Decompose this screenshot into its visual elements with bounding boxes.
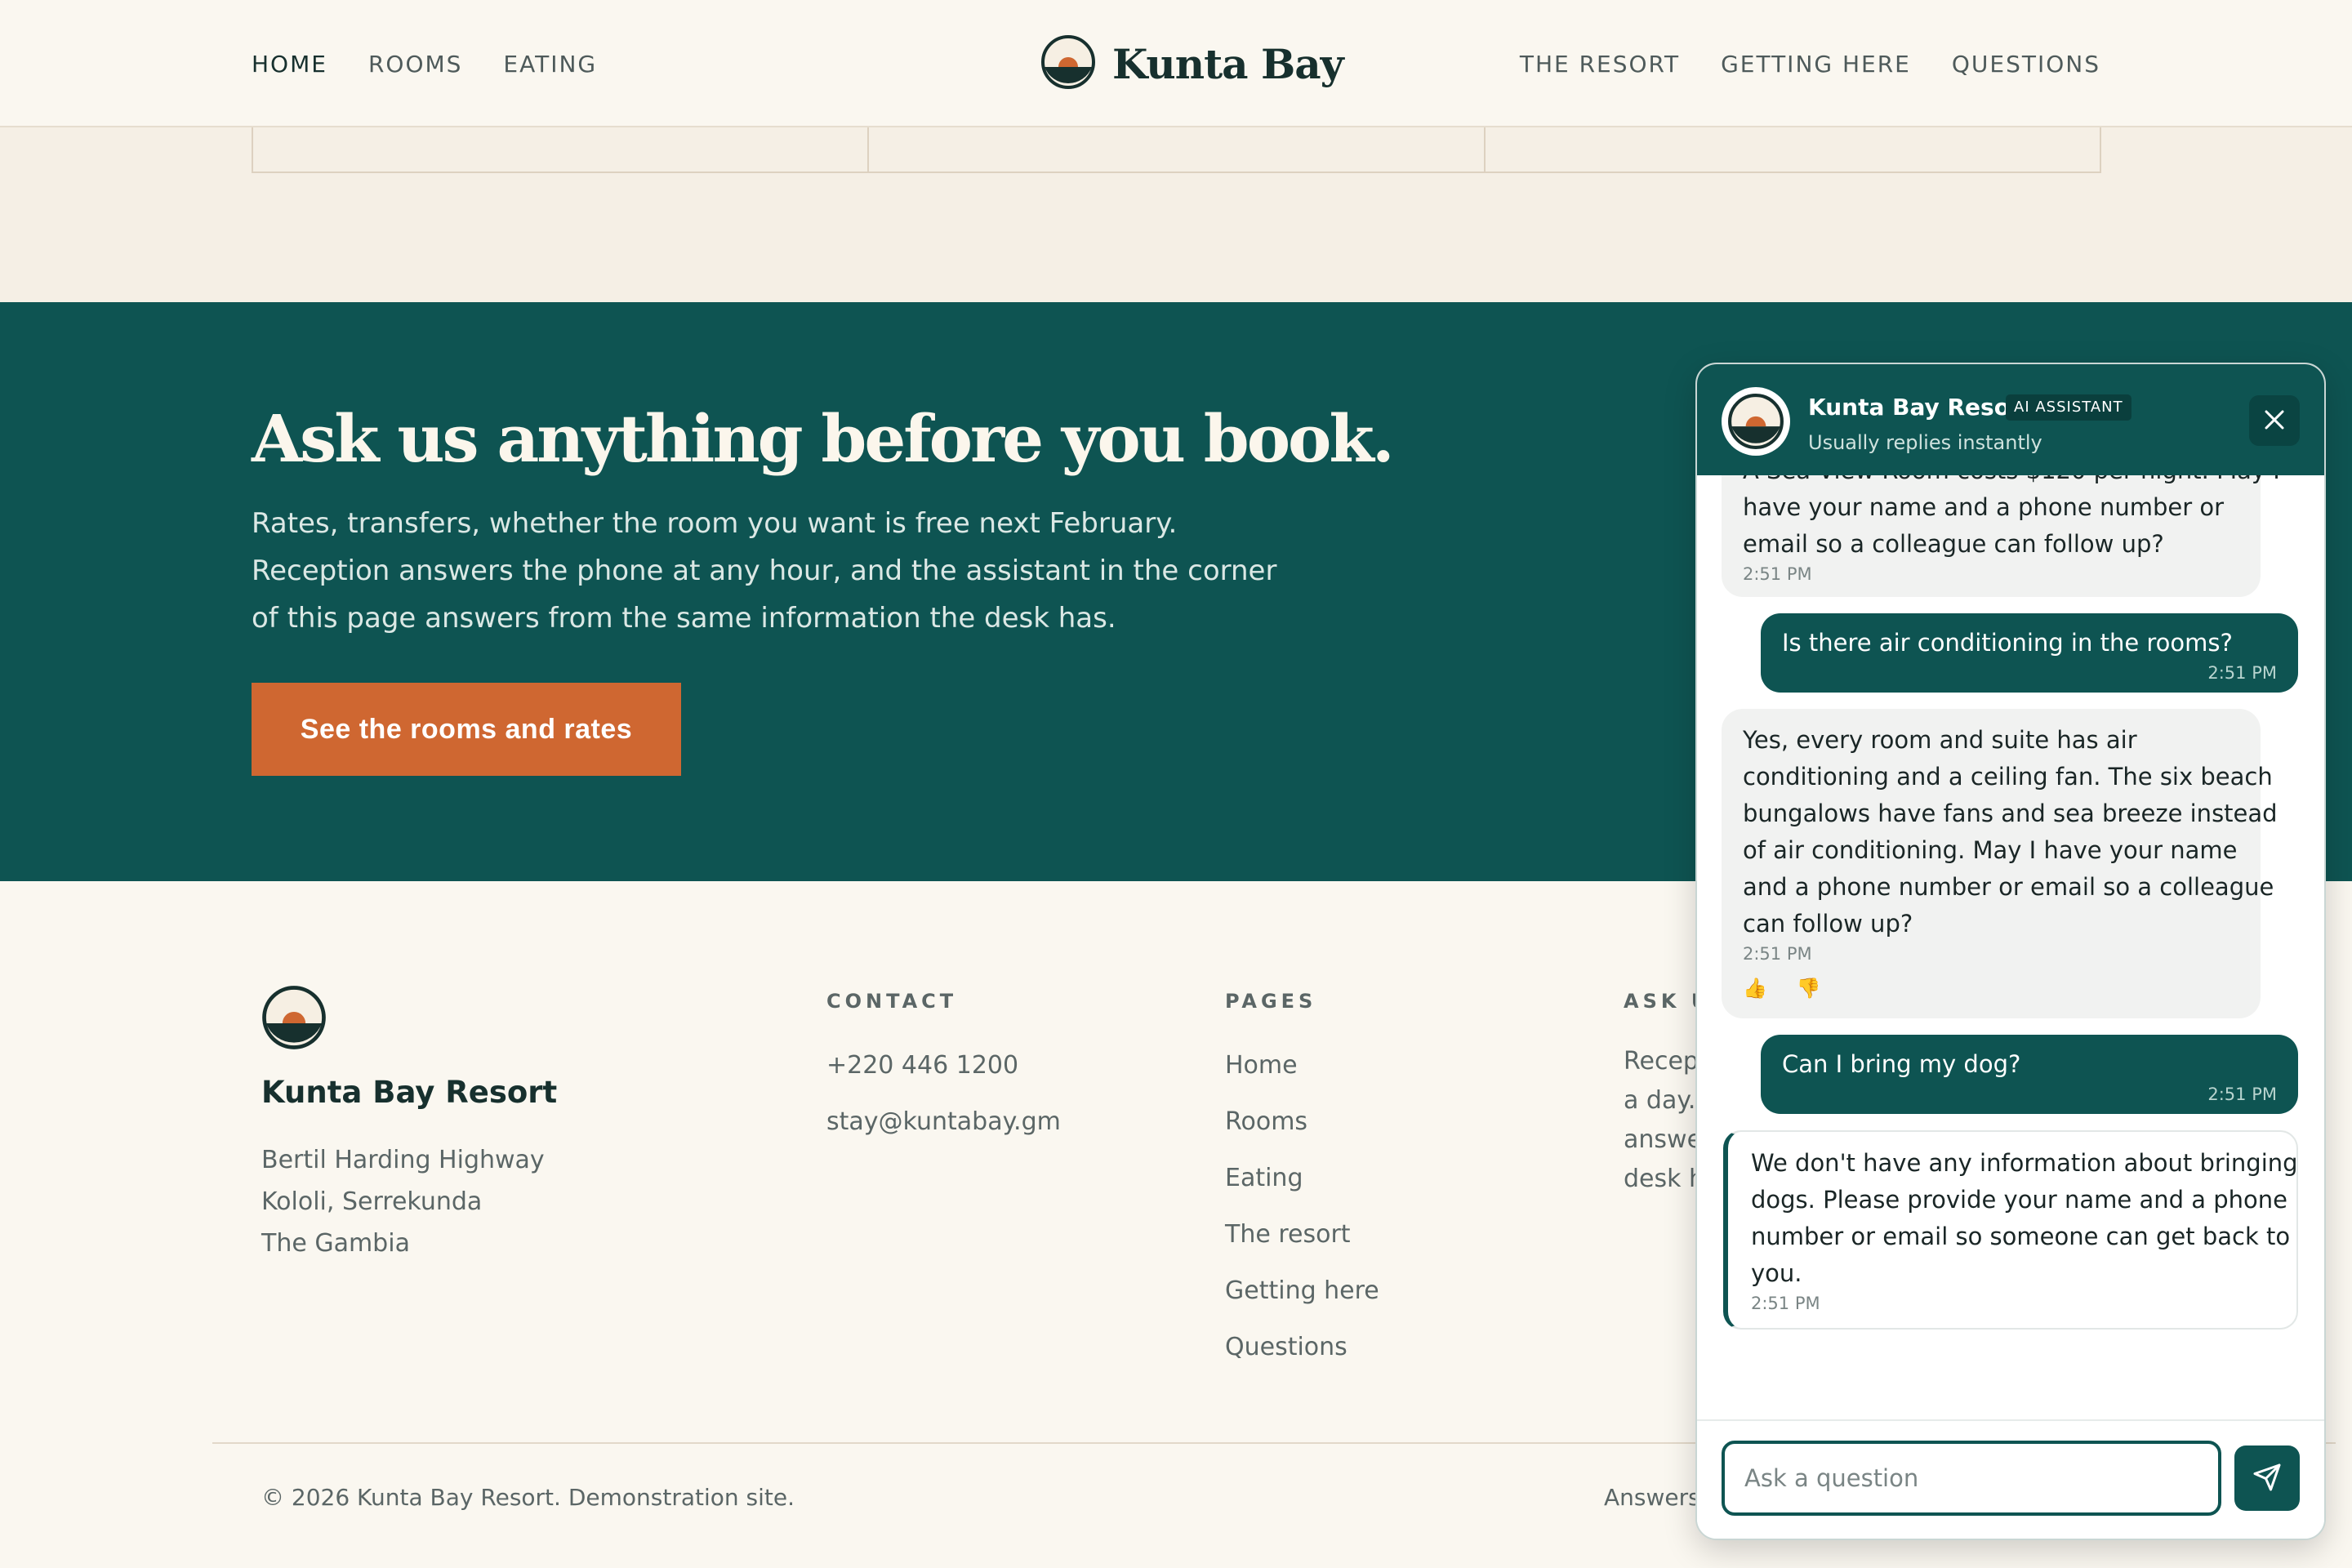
footer-link-questions[interactable]: Questions — [1225, 1333, 1379, 1389]
room-cards-bottom-edge — [252, 127, 2101, 173]
brand-name: Kunta Bay — [1112, 39, 1344, 88]
footer-brand-name: Kunta Bay Resort — [261, 1075, 558, 1110]
chat-status: Usually replies instantly — [1808, 431, 2042, 454]
address-line: The Gambia — [261, 1229, 410, 1258]
thumbs-up-icon[interactable]: 👍 — [1743, 970, 1767, 1007]
brand-logo[interactable]: Kunta Bay — [1040, 34, 1344, 93]
close-chat-button[interactable] — [2249, 395, 2300, 446]
message-time: 2:51 PM — [1743, 944, 1812, 964]
section-body: Rates, transfers, whether the room you w… — [252, 507, 1277, 635]
chat-widget: Kunta Bay Resort AI ASSISTANT Usually re… — [1695, 363, 2326, 1540]
chat-avatar — [1722, 387, 1790, 456]
phone-link[interactable]: +220 446 1200 — [826, 1051, 1061, 1107]
bot-message: Yes, every room and suite has air condit… — [1722, 709, 2278, 1018]
nav-questions[interactable]: QUESTIONS — [1952, 51, 2100, 78]
close-icon — [2264, 409, 2285, 433]
nav-the-resort[interactable]: THE RESORT — [1520, 51, 1680, 78]
chat-messages[interactable]: A Sea View Room costs $120 per night. Ma… — [1697, 475, 2324, 1419]
message-time: 2:51 PM — [2207, 1085, 2277, 1104]
copyright: © 2026 Kunta Bay Resort. Demonstration s… — [261, 1484, 795, 1511]
footer-link-eating[interactable]: Eating — [1225, 1164, 1379, 1220]
chat-header: Kunta Bay Resort AI ASSISTANT Usually re… — [1697, 364, 2324, 475]
message-time: 2:51 PM — [1751, 1294, 1820, 1313]
user-message: Is there air conditioning in the rooms? … — [1761, 613, 2298, 693]
message-time: 2:51 PM — [2207, 663, 2277, 683]
user-message: Can I bring my dog? 2:51 PM — [1761, 1035, 2298, 1114]
pages-list: Home Rooms Eating The resort Getting her… — [1225, 1051, 1379, 1389]
footer-link-rooms[interactable]: Rooms — [1225, 1107, 1379, 1164]
sunset-logo-icon — [1728, 394, 1784, 449]
pages-heading: PAGES — [1225, 990, 1317, 1013]
bot-message-latest: We don't have any information about brin… — [1723, 1130, 2298, 1330]
footer-link-home[interactable]: Home — [1225, 1051, 1379, 1107]
address-line: Kololi, Serrekunda — [261, 1187, 483, 1216]
feedback-buttons: 👍 👎 — [1743, 970, 2239, 1007]
room-card[interactable] — [253, 127, 870, 172]
site-header: HOME ROOMS EATING Kunta Bay THE RESORT G… — [0, 0, 2352, 127]
bot-message: A Sea View Room costs $120 per night. Ma… — [1722, 475, 2280, 597]
section-title: Ask us anything before you book. — [252, 400, 1395, 477]
footer-logo-icon — [261, 985, 327, 1054]
primary-nav-right: THE RESORT GETTING HERE QUESTIONS — [1520, 51, 2100, 78]
send-button[interactable] — [2234, 1446, 2300, 1511]
contact-heading: CONTACT — [826, 990, 958, 1013]
address-line: Bertil Harding Highway — [261, 1146, 545, 1174]
contact-list: +220 446 1200 stay@kuntabay.gm — [826, 1051, 1061, 1164]
footer-address: Bertil Harding Highway Kololi, Serrekund… — [261, 1139, 545, 1264]
nav-home[interactable]: HOME — [252, 51, 327, 78]
thumbs-down-icon[interactable]: 👎 — [1797, 970, 1821, 1007]
chat-input[interactable] — [1722, 1441, 2221, 1516]
chat-composer — [1697, 1419, 2324, 1539]
see-rooms-button[interactable]: See the rooms and rates — [252, 683, 681, 776]
sunset-logo-icon — [1040, 34, 1096, 93]
message-time: 2:51 PM — [1743, 564, 1812, 584]
email-link[interactable]: stay@kuntabay.gm — [826, 1107, 1061, 1164]
nav-rooms[interactable]: ROOMS — [368, 51, 462, 78]
footer-link-the-resort[interactable]: The resort — [1225, 1220, 1379, 1276]
footer-link-getting-here[interactable]: Getting here — [1225, 1276, 1379, 1333]
room-card[interactable] — [869, 127, 1486, 172]
nav-eating[interactable]: EATING — [503, 51, 597, 78]
nav-getting-here[interactable]: GETTING HERE — [1721, 51, 1911, 78]
primary-nav-left: HOME ROOMS EATING — [252, 51, 597, 78]
answers-note: Answers — [1604, 1484, 1700, 1511]
send-icon — [2252, 1463, 2282, 1494]
ai-assistant-badge: AI ASSISTANT — [2006, 394, 2132, 421]
room-card[interactable] — [1486, 127, 2100, 172]
chat-title: Kunta Bay Resort — [1808, 394, 2033, 421]
